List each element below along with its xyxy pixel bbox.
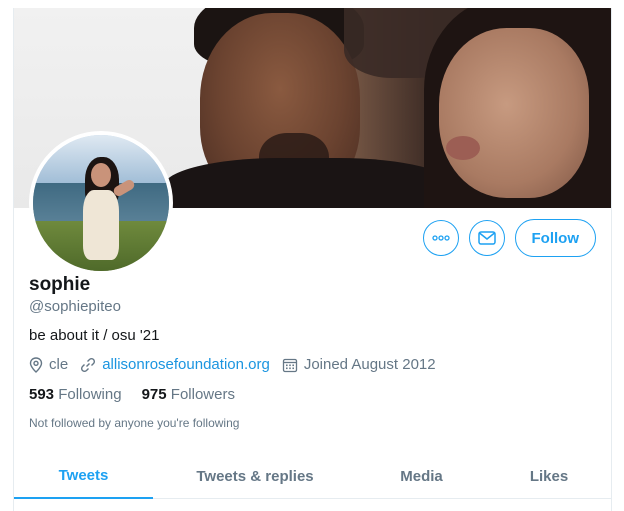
message-button[interactable] bbox=[468, 220, 505, 256]
banner-person2-lips bbox=[446, 136, 480, 160]
following-label: Following bbox=[58, 386, 122, 403]
envelope-icon bbox=[477, 231, 496, 245]
followed-by-notice: Not followed by anyone you're following bbox=[29, 416, 240, 430]
profile-name: sophie bbox=[29, 274, 91, 295]
profile-actions: Follow bbox=[422, 219, 596, 257]
link-icon bbox=[81, 357, 96, 372]
tab-tweets-replies[interactable]: Tweets & replies bbox=[164, 453, 346, 499]
more-options-button[interactable] bbox=[422, 220, 459, 256]
joined-item: Joined August 2012 bbox=[282, 356, 436, 373]
banner-person2-face bbox=[439, 28, 589, 198]
tab-tweets[interactable]: Tweets bbox=[14, 453, 153, 499]
profile-stats: 593 Following 975 Followers bbox=[29, 386, 235, 403]
joined-text: Joined August 2012 bbox=[303, 356, 436, 373]
followers-label: Followers bbox=[170, 386, 235, 403]
location-text: cle bbox=[49, 356, 69, 373]
calendar-icon bbox=[282, 358, 297, 372]
website-item: allisonrosefoundation.org bbox=[80, 356, 270, 373]
followers-count: 975 bbox=[141, 386, 167, 403]
location-pin-icon bbox=[29, 356, 43, 373]
follow-button[interactable]: Follow bbox=[514, 219, 596, 257]
profile-avatar[interactable] bbox=[29, 131, 173, 275]
more-dots-icon bbox=[431, 235, 450, 241]
profile-handle: @sophiepiteo bbox=[29, 298, 121, 315]
location-item: cle bbox=[29, 356, 68, 373]
avatar-person-face bbox=[91, 163, 111, 187]
banner-person-jacket bbox=[164, 158, 454, 208]
profile-card: Follow sophie @sophiepiteo be about it /… bbox=[13, 8, 612, 511]
avatar-person-dress bbox=[83, 190, 119, 260]
following-count: 593 bbox=[29, 386, 55, 403]
profile-meta: cle allisonrosefoundation.org Joined Aug… bbox=[29, 356, 436, 373]
tab-likes[interactable]: Likes bbox=[489, 453, 609, 499]
profile-bio: be about it / osu '21 bbox=[29, 327, 160, 344]
website-link[interactable]: allisonrosefoundation.org bbox=[102, 356, 270, 373]
tab-media[interactable]: Media bbox=[364, 453, 479, 499]
followers-stat[interactable]: 975 Followers bbox=[142, 386, 235, 403]
following-stat[interactable]: 593 Following bbox=[29, 386, 122, 403]
profile-tabs: Tweets Tweets & replies Media Likes bbox=[14, 453, 611, 499]
